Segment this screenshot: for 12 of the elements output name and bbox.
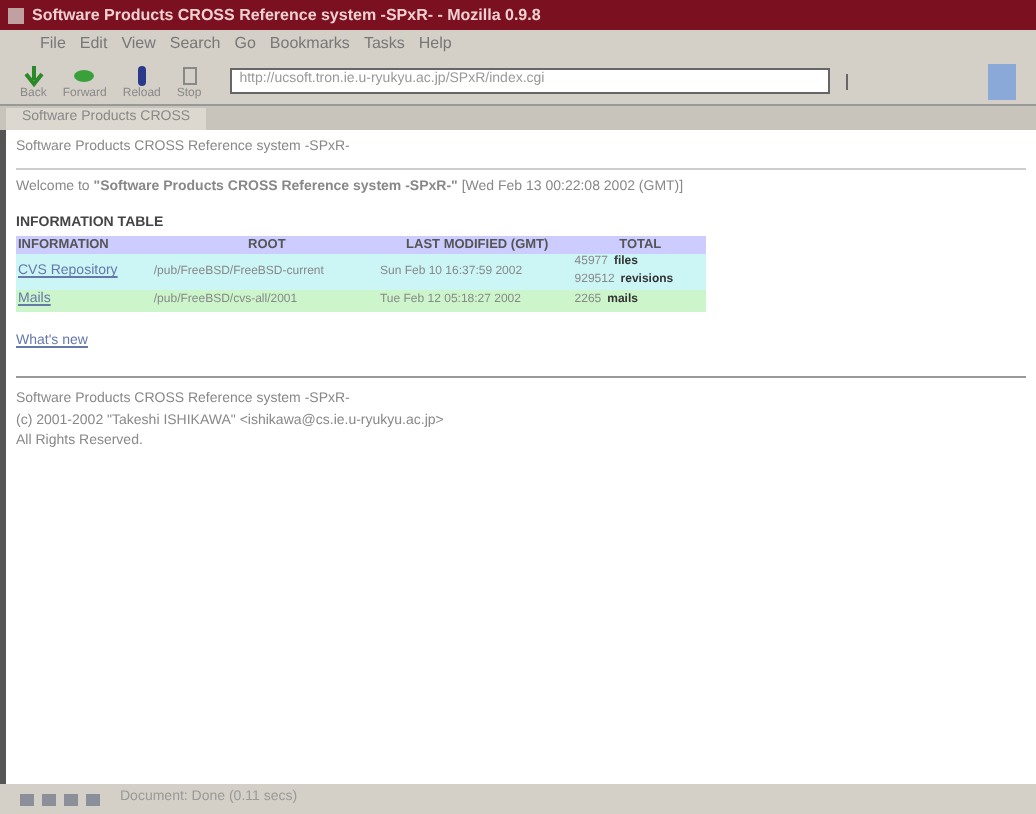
menu-item[interactable]: Bookmarks <box>269 32 350 56</box>
menu-item[interactable]: Help <box>418 32 452 56</box>
menu-item[interactable]: File <box>40 32 66 56</box>
menu-item[interactable]: View <box>121 32 156 56</box>
menu-item[interactable]: Go <box>234 32 256 56</box>
app-icon <box>8 7 24 23</box>
menu-item[interactable]: Tasks <box>363 32 405 56</box>
back-arrow-icon <box>21 63 46 87</box>
stop-icon <box>177 63 202 87</box>
window-title: Software Products CROSS Reference system -SPxR- - Mozilla 0.9.8 <box>32 3 541 27</box>
menu-item[interactable]: Search <box>169 32 221 56</box>
menu-item[interactable]: Edit <box>79 32 108 56</box>
